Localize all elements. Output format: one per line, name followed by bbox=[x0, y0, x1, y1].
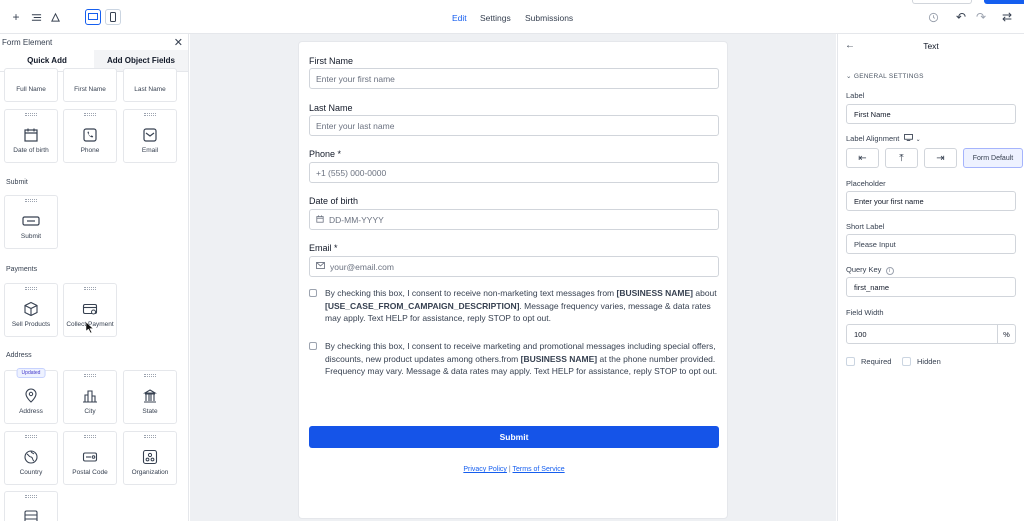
calendar-icon bbox=[22, 126, 40, 144]
envelope-icon bbox=[316, 262, 325, 271]
paint-icon[interactable] bbox=[46, 8, 64, 26]
postal-icon bbox=[81, 448, 99, 466]
info-icon[interactable]: i bbox=[885, 267, 894, 275]
label-input[interactable]: First Name bbox=[846, 104, 1016, 124]
map-pin-icon bbox=[22, 387, 40, 405]
preview-button[interactable] bbox=[912, 0, 972, 4]
field-card-first-name[interactable]: First Name bbox=[63, 68, 117, 102]
form-canvas: First Name Enter your first name Last Na… bbox=[190, 34, 836, 521]
calendar-icon bbox=[316, 214, 324, 225]
label-alignment-label: Label Alignment ⌄ bbox=[846, 134, 921, 143]
chevron-down-icon[interactable]: ⌄ bbox=[916, 137, 921, 143]
field-width-label: Field Width bbox=[846, 308, 884, 317]
last-name-label: Last Name bbox=[309, 103, 353, 113]
form-element-panel: Form Element ✕ Quick Add Add Object Fiel… bbox=[0, 34, 189, 521]
required-checkbox[interactable]: Required bbox=[846, 357, 891, 366]
label-label: Label bbox=[846, 91, 865, 100]
history-icon[interactable] bbox=[924, 8, 942, 26]
consent-checkbox-2[interactable] bbox=[309, 342, 317, 350]
terms-of-service-link[interactable]: Terms of Service bbox=[513, 466, 565, 473]
tab-settings[interactable]: Settings bbox=[480, 13, 511, 23]
desktop-view-icon[interactable] bbox=[85, 9, 101, 25]
query-key-input[interactable]: first_name bbox=[846, 277, 1016, 297]
query-key-label: Query Key i bbox=[846, 265, 894, 275]
card-payment-icon bbox=[81, 300, 99, 318]
field-card-sell-products[interactable]: Sell Products bbox=[4, 283, 58, 337]
field-card-email[interactable]: Email bbox=[123, 109, 177, 163]
email-input[interactable]: your@email.com bbox=[309, 256, 719, 277]
first-name-input[interactable]: Enter your first name bbox=[309, 68, 719, 89]
placeholder-input[interactable]: Enter your first name bbox=[846, 191, 1016, 211]
form-submit-button[interactable]: Submit bbox=[309, 426, 719, 448]
align-top-button[interactable]: ⤒ bbox=[885, 148, 918, 168]
button-icon bbox=[22, 212, 40, 230]
redo-icon[interactable]: ↷ bbox=[972, 8, 990, 26]
plus-icon[interactable]: + bbox=[7, 8, 25, 26]
box-icon bbox=[22, 300, 40, 318]
field-card-address[interactable]: Updated Address bbox=[4, 368, 58, 424]
field-card-submit[interactable]: Submit bbox=[4, 195, 58, 249]
field-card-full-name[interactable]: Full Name bbox=[4, 68, 58, 102]
top-bar: + Edit Settings Submissions ↶ ↷ ⇄ bbox=[0, 0, 1024, 34]
save-button[interactable] bbox=[984, 0, 1024, 4]
back-arrow-icon[interactable]: ← bbox=[845, 34, 855, 58]
tab-edit[interactable]: Edit bbox=[452, 13, 467, 23]
tab-submissions[interactable]: Submissions bbox=[525, 13, 573, 23]
sms-consent-marketing: By checking this box, I consent to recei… bbox=[309, 340, 721, 378]
dob-label: Date of birth bbox=[309, 196, 359, 206]
hidden-checkbox[interactable]: Hidden bbox=[902, 357, 941, 366]
footer-links: Privacy Policy | Terms of Service bbox=[463, 466, 565, 473]
email-label: Email * bbox=[309, 243, 338, 253]
short-label-input[interactable]: Please Input bbox=[846, 234, 1016, 254]
section-submit: Submit bbox=[6, 179, 28, 186]
mouse-cursor-icon bbox=[85, 320, 94, 338]
field-card-city[interactable]: City bbox=[63, 370, 117, 424]
field-width-input[interactable]: 100 % bbox=[846, 324, 1016, 344]
updated-badge: Updated bbox=[16, 368, 46, 378]
phone-icon bbox=[81, 126, 99, 144]
panel-title: Form Element bbox=[2, 37, 53, 47]
field-card-date-of-birth[interactable]: Date of birth bbox=[4, 109, 58, 163]
field-card-phone[interactable]: Phone bbox=[63, 109, 117, 163]
close-icon[interactable]: ✕ bbox=[174, 36, 183, 49]
field-card-last-name[interactable]: Last Name bbox=[123, 68, 177, 102]
field-card-country[interactable]: Country bbox=[4, 431, 58, 485]
email-icon bbox=[141, 126, 159, 144]
field-card-more[interactable] bbox=[4, 491, 58, 521]
general-settings-header[interactable]: ⌄ GENERAL SETTINGS bbox=[846, 72, 924, 80]
field-card-postal-code[interactable]: Postal Code bbox=[63, 431, 117, 485]
align-right-button[interactable]: ⇥ bbox=[924, 148, 957, 168]
organization-icon bbox=[141, 448, 159, 466]
consent-checkbox-1[interactable] bbox=[309, 289, 317, 297]
properties-title: Text bbox=[923, 41, 939, 51]
city-icon bbox=[81, 387, 99, 405]
building-icon bbox=[141, 387, 159, 405]
last-name-input[interactable]: Enter your last name bbox=[309, 115, 719, 136]
placeholder-label: Placeholder bbox=[846, 179, 886, 188]
form-preview: First Name Enter your first name Last Na… bbox=[298, 41, 728, 519]
phone-input[interactable]: +1 (555) 000-0000 bbox=[309, 162, 719, 183]
short-label-label: Short Label bbox=[846, 222, 885, 231]
privacy-policy-link[interactable]: Privacy Policy bbox=[463, 466, 507, 473]
first-name-label: First Name bbox=[309, 56, 354, 66]
monitor-icon[interactable] bbox=[904, 134, 915, 143]
phone-label: Phone * bbox=[309, 149, 342, 159]
layers-icon[interactable] bbox=[27, 8, 45, 26]
sms-consent-nonmarketing: By checking this box, I consent to recei… bbox=[309, 287, 721, 325]
globe-icon bbox=[22, 448, 40, 466]
align-form-default-button[interactable]: Form Default bbox=[963, 148, 1023, 168]
properties-panel: ← Text ⌄ GENERAL SETTINGS Label First Na… bbox=[837, 34, 1024, 521]
section-address: Address bbox=[6, 352, 32, 359]
align-left-button[interactable]: ⇤ bbox=[846, 148, 879, 168]
field-card-state[interactable]: State bbox=[123, 370, 177, 424]
swap-icon[interactable]: ⇄ bbox=[998, 8, 1016, 26]
field-width-unit: % bbox=[997, 325, 1015, 343]
undo-icon[interactable]: ↶ bbox=[952, 8, 970, 26]
mobile-view-icon[interactable] bbox=[105, 9, 121, 25]
section-payments: Payments bbox=[6, 266, 38, 273]
table-icon bbox=[22, 508, 40, 521]
field-card-organization[interactable]: Organization bbox=[123, 431, 177, 485]
dob-input[interactable]: DD-MM-YYYY bbox=[309, 209, 719, 230]
